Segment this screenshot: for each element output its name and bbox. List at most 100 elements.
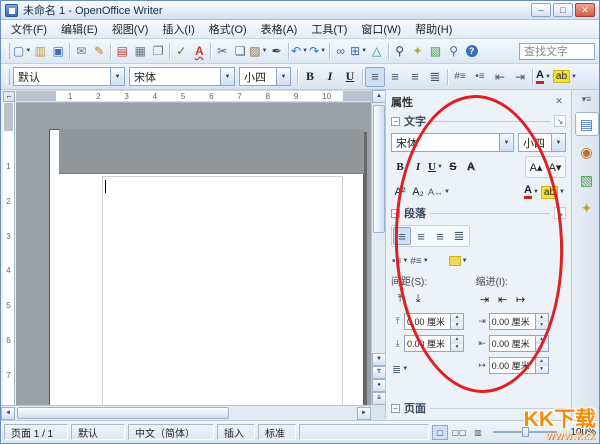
chevron-down-icon[interactable]: ▼ — [533, 189, 539, 195]
sidebar-font-name-combobox[interactable]: 宋体 ▼ — [391, 133, 514, 152]
vertical-ruler[interactable]: 1 2 3 4 5 6 7 — [3, 103, 15, 405]
chevron-down-icon[interactable]: ▼ — [220, 68, 234, 85]
cut-icon[interactable]: ✂ — [213, 42, 231, 60]
horizontal-scrollbar[interactable]: ◄ ► — [1, 405, 371, 420]
para-align-left-button[interactable]: ≡ — [393, 227, 411, 245]
chevron-down-icon[interactable]: ▼ — [444, 189, 450, 195]
status-page-number[interactable]: 页面 1 / 1 — [4, 424, 68, 440]
hanging-indent-button[interactable]: ↦ — [512, 290, 530, 308]
chevron-down-icon[interactable]: ▼ — [571, 74, 577, 80]
numbering-button[interactable]: #≡ — [450, 67, 470, 87]
dropdown-arrow-icon[interactable]: ▼ — [262, 48, 268, 54]
status-page-style[interactable]: 默认 — [71, 424, 125, 440]
chevron-down-icon[interactable]: ▼ — [559, 189, 565, 195]
horizontal-ruler[interactable]: 1 2 3 4 5 6 7 8 9 10 — [16, 90, 371, 103]
horizontal-scroll-thumb[interactable] — [17, 407, 229, 419]
menu-item-insert[interactable]: 插入(I) — [155, 19, 201, 39]
scroll-up-button[interactable]: ▲ — [372, 90, 386, 103]
chevron-down-icon[interactable]: ▼ — [437, 164, 443, 170]
sidebar-numbering-button[interactable]: #≡ ▼ — [409, 251, 429, 271]
after-text-indent-input[interactable]: 0.00 厘米 — [488, 335, 536, 352]
gallery-icon[interactable]: ▧ — [427, 42, 445, 60]
chevron-down-icon[interactable]: ▼ — [402, 366, 408, 372]
bullets-button[interactable]: •≡ — [470, 67, 490, 87]
para-align-right-button[interactable]: ≡ — [431, 227, 449, 245]
format-paintbrush-icon[interactable]: ✒ — [268, 42, 286, 60]
sidebar-tab-properties[interactable]: ▤ — [574, 112, 599, 136]
help-icon[interactable]: ? — [463, 42, 481, 60]
page-preview-icon[interactable]: ❐ — [149, 42, 167, 60]
menu-item-tools[interactable]: 工具(T) — [304, 19, 354, 39]
subscript-button[interactable]: A₂ — [409, 183, 427, 201]
collapse-icon[interactable]: − — [391, 208, 400, 218]
close-button[interactable]: ✕ — [575, 3, 595, 17]
redo-icon[interactable]: ↷ ▼ — [309, 42, 327, 60]
status-insert-mode[interactable]: 插入 — [217, 424, 255, 440]
sidebar-tab-navigator[interactable]: ✦ — [575, 196, 599, 220]
sidebar-underline-button[interactable]: U ▼ — [427, 157, 444, 177]
before-text-indent-up-arrow[interactable]: ▲ — [535, 314, 548, 322]
increase-indent-button[interactable]: ⇥ — [476, 290, 494, 308]
menu-item-window[interactable]: 窗口(W) — [354, 19, 408, 39]
paragraph-style-combobox[interactable]: 默认 ▼ — [13, 67, 125, 86]
sidebar-close-button[interactable]: ✕ — [552, 95, 566, 109]
edit-file-icon[interactable]: ✎ — [90, 42, 108, 60]
zoom-icon[interactable]: ⚲ — [445, 42, 463, 60]
above-paragraph-spacing-up-arrow[interactable]: ▲ — [451, 314, 463, 322]
dropdown-arrow-icon[interactable]: ▼ — [320, 48, 326, 54]
scroll-left-button[interactable]: ◄ — [1, 407, 15, 420]
collapse-icon[interactable]: − — [391, 116, 400, 126]
before-text-indent-input[interactable]: 0.00 厘米 — [488, 313, 536, 330]
menu-item-edit[interactable]: 编辑(E) — [54, 19, 105, 39]
font-size-combobox[interactable]: 小四 ▼ — [239, 67, 291, 86]
chevron-down-icon[interactable]: ▼ — [499, 134, 513, 151]
single-page-view-button[interactable]: ▢ — [432, 424, 448, 440]
line-spacing-button[interactable]: ≣ ▼ — [391, 359, 409, 379]
menu-item-file[interactable]: 文件(F) — [4, 19, 54, 39]
sidebar-font-color-button[interactable]: A ▼ — [523, 182, 540, 202]
auto-spellcheck-icon[interactable]: A — [190, 42, 208, 60]
sidebar-menu-icon[interactable]: ▾≡ — [577, 92, 597, 108]
paste-icon[interactable]: ▨ ▼ — [249, 42, 267, 60]
title-bar[interactable]: 未命名 1 - OpenOffice Writer – □ ✕ — [1, 1, 599, 20]
increase-font-button[interactable]: A▴ — [527, 158, 545, 176]
decrease-indent-button[interactable]: ⇤ — [494, 290, 512, 308]
sidebar-highlighting-button[interactable]: ab ▼ — [540, 182, 566, 202]
sidebar-bullets-button[interactable]: •≡ ▼ — [391, 251, 409, 271]
print-file-icon[interactable]: ▦ — [131, 42, 149, 60]
strikethrough-button[interactable]: S — [444, 158, 462, 176]
navigation-button[interactable]: ● — [372, 379, 386, 392]
copy-icon[interactable]: ❏ — [231, 42, 249, 60]
before-text-indent-down-arrow[interactable]: ▼ — [535, 321, 548, 329]
toolbar-drag-handle[interactable] — [6, 43, 10, 59]
shadow-button[interactable]: A — [462, 158, 480, 176]
first-line-indent-input[interactable]: 0.00 厘米 — [488, 357, 536, 374]
new-document-icon[interactable]: ▢ ▼ — [13, 42, 31, 60]
document-page[interactable] — [49, 129, 364, 405]
above-paragraph-spacing-input[interactable]: 0.00 厘米 — [404, 313, 451, 330]
above-paragraph-spacing-down-arrow[interactable]: ▼ — [451, 321, 463, 329]
maximize-button[interactable]: □ — [553, 3, 573, 17]
increase-spacing-button[interactable]: ⤒ — [391, 290, 409, 308]
save-document-icon[interactable]: ▣ — [49, 42, 67, 60]
font-name-combobox[interactable]: 宋体 ▼ — [129, 67, 235, 86]
bold-button[interactable]: B — [300, 67, 320, 87]
sidebar-italic-button[interactable]: I — [409, 158, 427, 176]
insert-table-icon[interactable]: ⊞ ▼ — [350, 42, 368, 60]
superscript-button[interactable]: A² — [391, 183, 409, 201]
dropdown-arrow-icon[interactable]: ▼ — [361, 48, 367, 54]
multi-page-view-button[interactable]: ▢▢ — [451, 425, 467, 440]
minimize-button[interactable]: – — [531, 3, 551, 17]
navigator-icon[interactable]: ✦ — [409, 42, 427, 60]
underline-button[interactable]: U — [340, 67, 360, 87]
previous-page-button[interactable]: ⇈ — [372, 366, 386, 379]
highlighting-color-button[interactable]: ab ▼ — [552, 67, 578, 87]
first-line-indent-down-arrow[interactable]: ▼ — [535, 365, 548, 373]
chevron-down-icon[interactable]: ▼ — [423, 258, 429, 264]
text-section-header[interactable]: − 文字 ↘ — [391, 113, 566, 129]
collapse-icon[interactable]: − — [391, 403, 400, 413]
character-dialog-launcher-icon[interactable]: ↘ — [554, 115, 566, 127]
undo-icon[interactable]: ↶ ▼ — [291, 42, 309, 60]
scroll-right-button[interactable]: ► — [357, 407, 371, 420]
below-paragraph-spacing-input[interactable]: 0.00 厘米 — [404, 335, 451, 352]
